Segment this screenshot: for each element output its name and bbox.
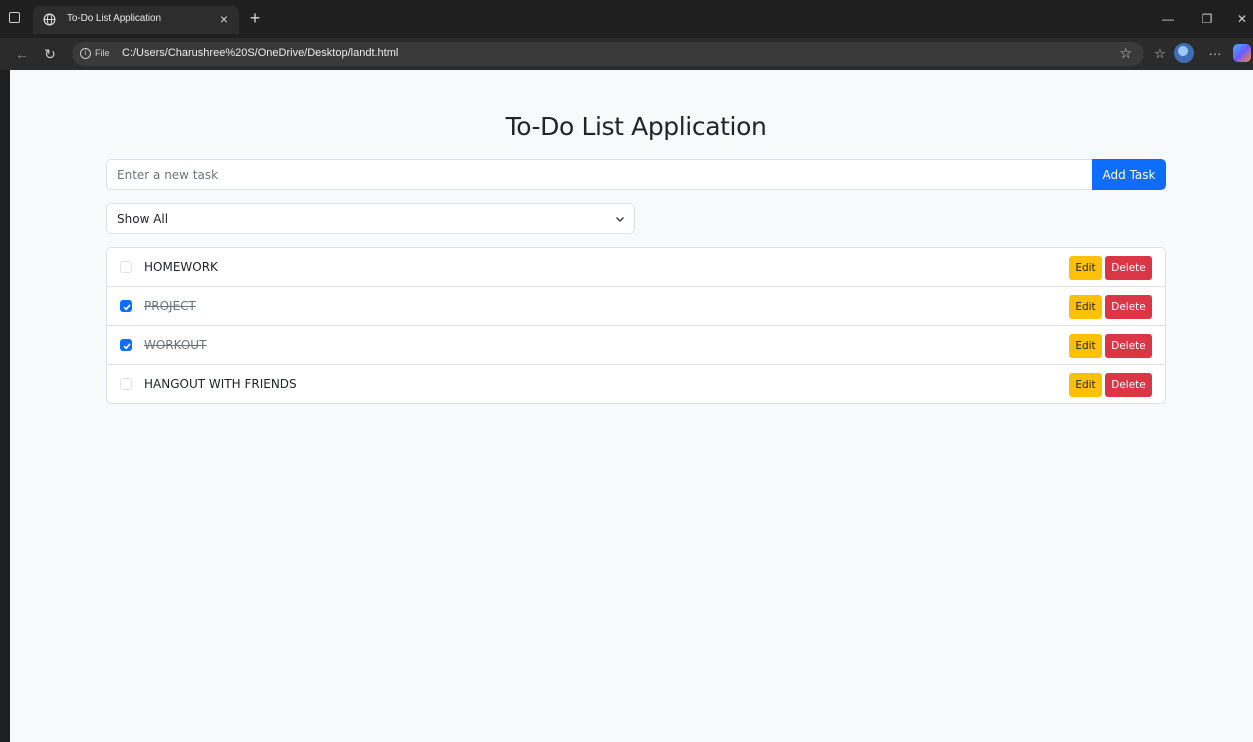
edit-button[interactable]: Edit [1069,334,1102,358]
window-close-icon[interactable]: ✕ [1232,9,1252,29]
new-tab-icon[interactable]: + [246,8,264,28]
address-bar[interactable]: i File C:/Users/Charushree%20S/OneDrive/… [72,42,1144,66]
delete-button[interactable]: Delete [1105,295,1152,319]
url-text[interactable]: C:/Users/Charushree%20S/OneDrive/Desktop… [122,47,398,59]
filter-selected-value: Show All [117,212,169,226]
task-text: PROJECT [144,299,196,313]
chevron-down-icon [616,217,624,222]
task-item: PROJECT Edit Delete [107,286,1165,325]
delete-button[interactable]: Delete [1105,334,1152,358]
refresh-icon[interactable]: ↻ [40,44,60,64]
more-menu-icon[interactable]: ··· [1205,44,1225,64]
tab-close-icon[interactable]: × [215,10,233,28]
checkmark-icon [123,343,131,350]
task-checkbox[interactable] [120,300,132,312]
task-input[interactable] [106,159,1093,190]
task-text: HOMEWORK [144,260,218,274]
checkmark-icon [123,304,131,311]
task-text: WORKOUT [144,338,207,352]
task-checkbox[interactable] [120,261,132,273]
edit-button[interactable]: Edit [1069,256,1102,280]
info-icon[interactable]: i [80,48,91,59]
page-viewport: To-Do List Application Add Task Show All… [10,70,1253,742]
browser-toolbar: ← ↻ i File C:/Users/Charushree%20S/OneDr… [0,38,1253,70]
delete-button[interactable]: Delete [1105,256,1152,280]
restore-icon[interactable]: ❐ [1197,9,1217,29]
browser-tab[interactable]: To-Do List Application × [33,6,239,34]
task-text: HANGOUT WITH FRIENDS [144,377,297,391]
delete-button[interactable]: Delete [1105,373,1152,397]
back-arrow-icon[interactable]: ← [12,44,32,64]
task-checkbox[interactable] [120,378,132,390]
task-item: HANGOUT WITH FRIENDS Edit Delete [107,364,1165,403]
add-task-button[interactable]: Add Task [1092,159,1166,190]
globe-icon [43,13,56,26]
filter-select[interactable]: Show All [106,203,635,234]
url-scheme: File [95,48,110,58]
minimize-icon[interactable]: — [1158,9,1178,29]
favorite-star-icon[interactable]: ☆ [1119,45,1132,62]
tab-title: To-Do List Application [67,13,161,24]
favorites-icon[interactable]: ☆ [1150,44,1170,64]
tab-actions-icon[interactable] [9,12,20,23]
task-checkbox[interactable] [120,339,132,351]
profile-avatar[interactable] [1174,43,1194,63]
task-list: HOMEWORK Edit Delete PROJECT Edit Delete… [106,247,1166,404]
task-item: WORKOUT Edit Delete [107,325,1165,364]
browser-tab-strip: To-Do List Application × + — ❐ ✕ [0,0,1253,38]
page-title: To-Do List Application [505,112,767,141]
edit-button[interactable]: Edit [1069,295,1102,319]
edit-button[interactable]: Edit [1069,373,1102,397]
add-task-group: Add Task [106,159,1166,190]
copilot-icon[interactable] [1233,44,1251,62]
task-item: HOMEWORK Edit Delete [107,248,1165,286]
